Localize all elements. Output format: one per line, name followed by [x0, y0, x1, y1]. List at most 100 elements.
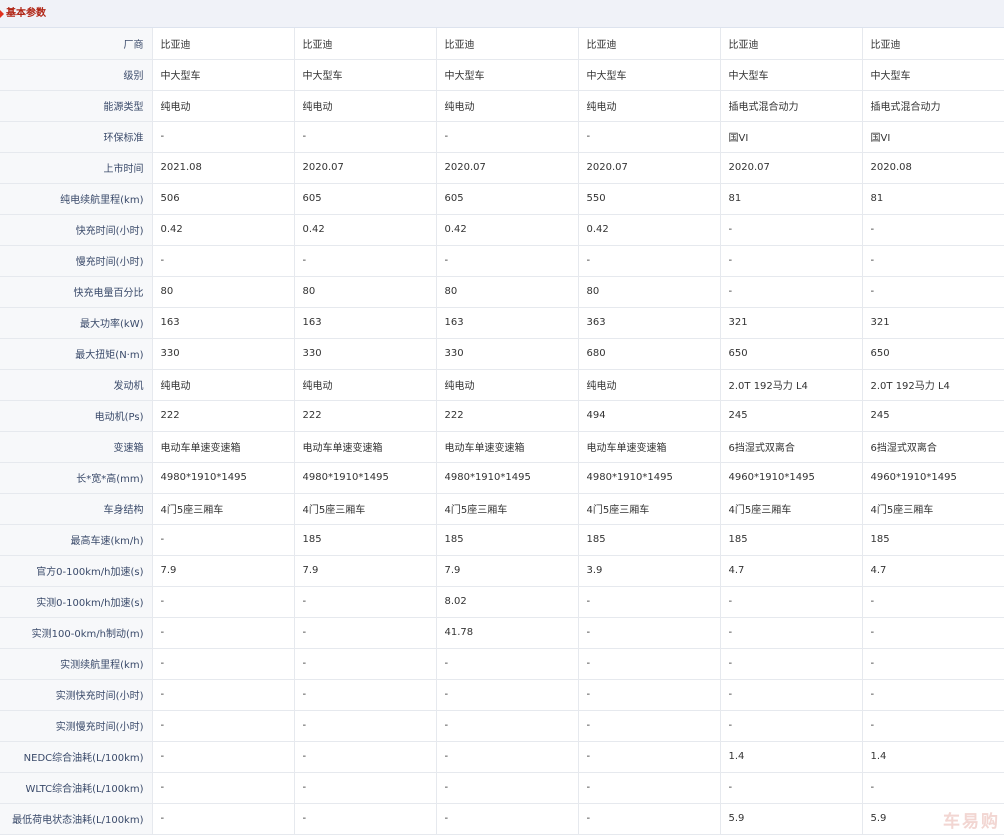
cell-value: - — [294, 803, 437, 835]
row-label: 车身结构 — [0, 493, 153, 525]
cell-value: 321 — [720, 307, 863, 339]
cell-value: - — [578, 741, 721, 773]
table-row: 电动机(Ps) 222 222 222 494 245 245 — [0, 400, 1004, 432]
cell-value: - — [436, 710, 579, 742]
cell-value: 2021.08 — [152, 152, 295, 184]
row-label: 最高车速(km/h) — [0, 524, 153, 556]
cell-value: 245 — [862, 400, 1004, 432]
cell-value: - — [720, 648, 863, 680]
cell-value: - — [578, 121, 721, 153]
row-label: 最大扭矩(N·m) — [0, 338, 153, 370]
row-label: 长*宽*高(mm) — [0, 462, 153, 494]
cell-value: - — [578, 245, 721, 277]
cell-value: 185 — [294, 524, 437, 556]
spec-table: 厂商 比亚迪 比亚迪 比亚迪 比亚迪 比亚迪 比亚迪 级别 中大型车 中大型车 中大型车 中大型车 中大… — [0, 28, 1004, 835]
row-label: 最低荷电状态油耗(L/100km) — [0, 803, 153, 835]
cell-value: 比亚迪 — [862, 28, 1004, 60]
cell-value: 185 — [862, 524, 1004, 556]
table-row: 能源类型 纯电动 纯电动 纯电动 纯电动 插电式混合动力 插电式混合动力 — [0, 90, 1004, 122]
table-row: 环保标准 - - - - 国VI 国VI — [0, 121, 1004, 153]
row-label: WLTC综合油耗(L/100km) — [0, 772, 153, 804]
cell-value: 电动车单速变速箱 — [294, 431, 437, 463]
cell-value: 7.9 — [152, 555, 295, 587]
row-label: 厂商 — [0, 28, 153, 60]
cell-value: - — [294, 648, 437, 680]
row-label: 电动机(Ps) — [0, 400, 153, 432]
cell-value: - — [862, 617, 1004, 649]
table-row: 变速箱 电动车单速变速箱 电动车单速变速箱 电动车单速变速箱 电动车单速变速箱 6挡湿式双… — [0, 431, 1004, 463]
cell-value: - — [720, 772, 863, 804]
row-label: 实测100-0km/h制动(m) — [0, 617, 153, 649]
cell-value: 1.4 — [862, 741, 1004, 773]
table-row: 官方0-100km/h加速(s) 7.9 7.9 7.9 3.9 4.7 4.7 — [0, 555, 1004, 587]
cell-value: - — [436, 679, 579, 711]
cell-value: 2020.07 — [720, 152, 863, 184]
row-label: NEDC综合油耗(L/100km) — [0, 741, 153, 773]
cell-value: 81 — [862, 183, 1004, 215]
cell-value: 4980*1910*1495 — [578, 462, 721, 494]
cell-value: 2.0T 192马力 L4 — [862, 369, 1004, 401]
section-header[interactable]: 基本参数 — [0, 0, 1004, 28]
cell-value: 4门5座三厢车 — [578, 493, 721, 525]
row-label: 上市时间 — [0, 152, 153, 184]
expand-arrow-icon[interactable] — [0, 10, 4, 18]
cell-value: 650 — [862, 338, 1004, 370]
cell-value: - — [720, 214, 863, 246]
cell-value: 4980*1910*1495 — [294, 462, 437, 494]
cell-value: 4门5座三厢车 — [720, 493, 863, 525]
cell-value: - — [294, 679, 437, 711]
cell-value: 2020.08 — [862, 152, 1004, 184]
cell-value: - — [294, 245, 437, 277]
spec-page: 基本参数 厂商 比亚迪 比亚迪 比亚迪 比亚迪 比亚迪 比亚迪 级别 中大型车 中大型车 中大型车中… — [0, 0, 1004, 836]
cell-value: - — [578, 648, 721, 680]
cell-value: - — [152, 245, 295, 277]
table-row: 实测慢充时间(小时) - - - - - - — [0, 710, 1004, 742]
cell-value: 纯电动 — [578, 90, 721, 122]
cell-value: 纯电动 — [578, 369, 721, 401]
cell-value: 3.9 — [578, 555, 721, 587]
row-label: 级别 — [0, 59, 153, 91]
cell-value: - — [720, 276, 863, 308]
cell-value: 插电式混合动力 — [720, 90, 863, 122]
cell-value: 8.02 — [436, 586, 579, 618]
table-row: NEDC综合油耗(L/100km) - - - -1.4 1.4 — [0, 741, 1004, 773]
cell-value: 纯电动 — [294, 90, 437, 122]
table-row: 最高车速(km/h) -185 185 185 185 185 — [0, 524, 1004, 556]
cell-value: - — [862, 586, 1004, 618]
cell-value: 电动车单速变速箱 — [436, 431, 579, 463]
cell-value: - — [152, 803, 295, 835]
cell-value: 245 — [720, 400, 863, 432]
table-row: 快充电量百分比 80 80 80 80- - — [0, 276, 1004, 308]
cell-value: 41.78 — [436, 617, 579, 649]
cell-value: 185 — [720, 524, 863, 556]
row-label: 纯电续航里程(km) — [0, 183, 153, 215]
cell-value: 7.9 — [436, 555, 579, 587]
cell-value: - — [720, 617, 863, 649]
cell-value: 中大型车 — [294, 59, 437, 91]
cell-value: 680 — [578, 338, 721, 370]
row-label: 变速箱 — [0, 431, 153, 463]
cell-value: 163 — [294, 307, 437, 339]
cell-value: 330 — [294, 338, 437, 370]
cell-value: 0.42 — [294, 214, 437, 246]
cell-value: 4960*1910*1495 — [720, 462, 863, 494]
cell-value: - — [578, 617, 721, 649]
cell-value: 222 — [152, 400, 295, 432]
row-label: 发动机 — [0, 369, 153, 401]
cell-value: 电动车单速变速箱 — [152, 431, 295, 463]
cell-value: 比亚迪 — [720, 28, 863, 60]
cell-value: - — [152, 617, 295, 649]
cell-value: 81 — [720, 183, 863, 215]
cell-value: - — [294, 121, 437, 153]
cell-value: - — [294, 617, 437, 649]
cell-value: - — [294, 772, 437, 804]
cell-value: 4门5座三厢车 — [436, 493, 579, 525]
cell-value: 330 — [152, 338, 295, 370]
cell-value: 80 — [436, 276, 579, 308]
cell-value: - — [152, 121, 295, 153]
row-label: 快充电量百分比 — [0, 276, 153, 308]
cell-value: 4门5座三厢车 — [294, 493, 437, 525]
cell-value: - — [152, 648, 295, 680]
row-label: 实测慢充时间(小时) — [0, 710, 153, 742]
cell-value: - — [436, 245, 579, 277]
